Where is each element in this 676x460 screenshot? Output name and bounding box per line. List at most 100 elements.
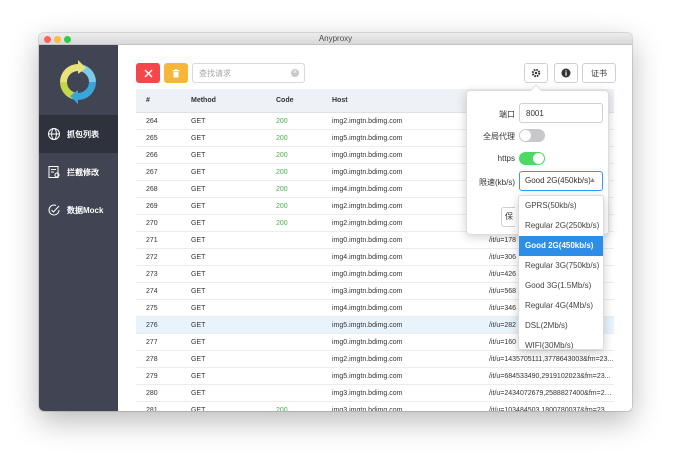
throttle-option[interactable]: Good 2G(450kb/s) <box>519 236 603 256</box>
cell-id: 277 <box>146 339 158 346</box>
cell-id: 278 <box>146 356 158 363</box>
window-minimize-button[interactable] <box>54 36 61 43</box>
throttle-option[interactable]: Regular 2G(250kb/s) <box>519 216 603 236</box>
table-row[interactable]: 281 GET 200 img3.imgtn.bdimg.com/it/u=10348… <box>136 402 614 411</box>
cell-method: GET <box>191 169 206 176</box>
cell-method: GET <box>191 322 206 329</box>
cell-method: GET <box>191 152 206 159</box>
cell-host: img3.imgtn.bdimg.com <box>332 390 403 397</box>
cell-host: img2.imgtn.bdimg.com <box>332 356 403 363</box>
search-box: × <box>192 63 305 83</box>
toggle-knob <box>533 153 544 164</box>
globe-icon <box>48 128 60 140</box>
mock-check-icon <box>48 204 60 216</box>
throttle-selected-value: Good 2G(450kb/s) <box>525 176 591 185</box>
cell-status-code: 200 <box>276 203 288 210</box>
table-row[interactable]: 279 GET img5.imgtn.bdimg.com/it/u=68453349… <box>136 368 614 385</box>
cell-method: GET <box>191 118 206 125</box>
cell-id: 276 <box>146 322 158 329</box>
certificate-button[interactable]: 证书 <box>582 63 616 83</box>
delete-button[interactable] <box>164 63 188 83</box>
throttle-option[interactable]: Regular 4G(4Mb/s) <box>519 296 603 316</box>
save-button[interactable]: 保 <box>501 207 515 227</box>
https-toggle[interactable] <box>519 152 545 165</box>
cell-id: 279 <box>146 373 158 380</box>
cell-id: 271 <box>146 237 158 244</box>
cell-status-code: 200 <box>276 118 288 125</box>
cell-method: GET <box>191 254 206 261</box>
window-title: Anyproxy <box>318 34 353 43</box>
cell-method: GET <box>191 271 206 278</box>
cell-status-code: 200 <box>276 169 288 176</box>
throttle-option[interactable]: WIFI(30Mb/s) <box>519 336 603 349</box>
throttle-label: 限速(kb/s) <box>479 178 515 187</box>
sidebar-item-intercept[interactable]: 拦截修改 <box>39 153 118 191</box>
throttle-option-list: GPRS(50kb/s) Regular 2G(250kb/s) Good 2G(4… <box>519 196 603 349</box>
global-proxy-toggle[interactable] <box>519 129 545 142</box>
cell-id: 274 <box>146 288 158 295</box>
port-input[interactable] <box>519 103 603 123</box>
cell-id: 269 <box>146 203 158 210</box>
sidebar-item-data-mock[interactable]: 数据Mock <box>39 191 118 229</box>
cell-method: GET <box>191 339 206 346</box>
cell-id: 272 <box>146 254 158 261</box>
throttle-option[interactable]: Regular 3G(750kb/s) <box>519 256 603 276</box>
cell-id: 273 <box>146 271 158 278</box>
cell-host: img4.imgtn.bdimg.com <box>332 186 403 193</box>
sidebar-item-capture-list[interactable]: 抓包列表 <box>39 115 118 153</box>
cell-method: GET <box>191 220 206 227</box>
cell-host: img0.imgtn.bdimg.com <box>332 271 403 278</box>
cell-host: img0.imgtn.bdimg.com <box>332 237 403 244</box>
clear-records-button[interactable] <box>136 63 160 83</box>
cell-host: img0.imgtn.bdimg.com <box>332 339 403 346</box>
table-row[interactable]: 278 GET img2.imgtn.bdimg.com/it/u=14357051… <box>136 351 614 368</box>
cell-status-code: 200 <box>276 152 288 159</box>
column-header-host: Host <box>332 97 348 104</box>
info-button[interactable] <box>554 63 578 83</box>
cell-id: 275 <box>146 305 158 312</box>
throttle-option[interactable]: DSL(2Mb/s) <box>519 316 603 336</box>
cell-host: img5.imgtn.bdimg.com <box>332 135 403 142</box>
search-input[interactable] <box>193 64 288 82</box>
sidebar-item-label: 拦截修改 <box>67 167 99 177</box>
column-header-method: Method <box>191 97 216 104</box>
sidebar-item-label: 数据Mock <box>67 205 104 215</box>
column-header-code: Code <box>276 97 294 104</box>
clear-search-icon[interactable]: × <box>291 69 299 77</box>
sidebar-item-label: 抓包列表 <box>67 129 99 139</box>
cell-method: GET <box>191 390 206 397</box>
cell-status-code: 200 <box>276 407 288 411</box>
cell-path: /it/u=103484503,1800780037&fm=23... <box>489 407 611 411</box>
settings-button[interactable] <box>524 63 548 83</box>
cell-status-code: 200 <box>276 186 288 193</box>
throttle-option[interactable]: GPRS(50kb/s) <box>519 196 603 216</box>
table-row[interactable]: 280 GET img3.imgtn.bdimg.com/it/u=24340726… <box>136 385 614 402</box>
cell-status-code: 200 <box>276 220 288 227</box>
port-label: 端口 <box>499 110 515 119</box>
cell-method: GET <box>191 356 206 363</box>
info-icon <box>561 68 571 78</box>
column-header-id: # <box>146 97 150 104</box>
cell-host: img0.imgtn.bdimg.com <box>332 169 403 176</box>
window-close-button[interactable] <box>44 36 51 43</box>
cell-host: img2.imgtn.bdimg.com <box>332 220 403 227</box>
sidebar: 抓包列表 拦截修改 数据Mock <box>39 45 118 411</box>
window-maximize-button[interactable] <box>64 36 71 43</box>
cell-id: 264 <box>146 118 158 125</box>
cell-method: GET <box>191 186 206 193</box>
cell-method: GET <box>191 407 206 411</box>
cell-id: 265 <box>146 135 158 142</box>
cell-host: img0.imgtn.bdimg.com <box>332 152 403 159</box>
trash-icon <box>172 68 180 77</box>
cell-method: GET <box>191 237 206 244</box>
intercept-icon <box>48 166 60 178</box>
cell-host: img4.imgtn.bdimg.com <box>332 254 403 261</box>
anyproxy-logo <box>60 60 96 104</box>
cell-status-code: 200 <box>276 135 288 142</box>
cell-id: 268 <box>146 186 158 193</box>
throttle-option[interactable]: Good 3G(1.5Mb/s) <box>519 276 603 296</box>
title-bar: Anyproxy <box>39 33 632 45</box>
close-icon <box>144 69 152 77</box>
throttle-select[interactable]: Good 2G(450kb/s) ▲ <box>519 171 603 191</box>
cell-host: img5.imgtn.bdimg.com <box>332 373 403 380</box>
